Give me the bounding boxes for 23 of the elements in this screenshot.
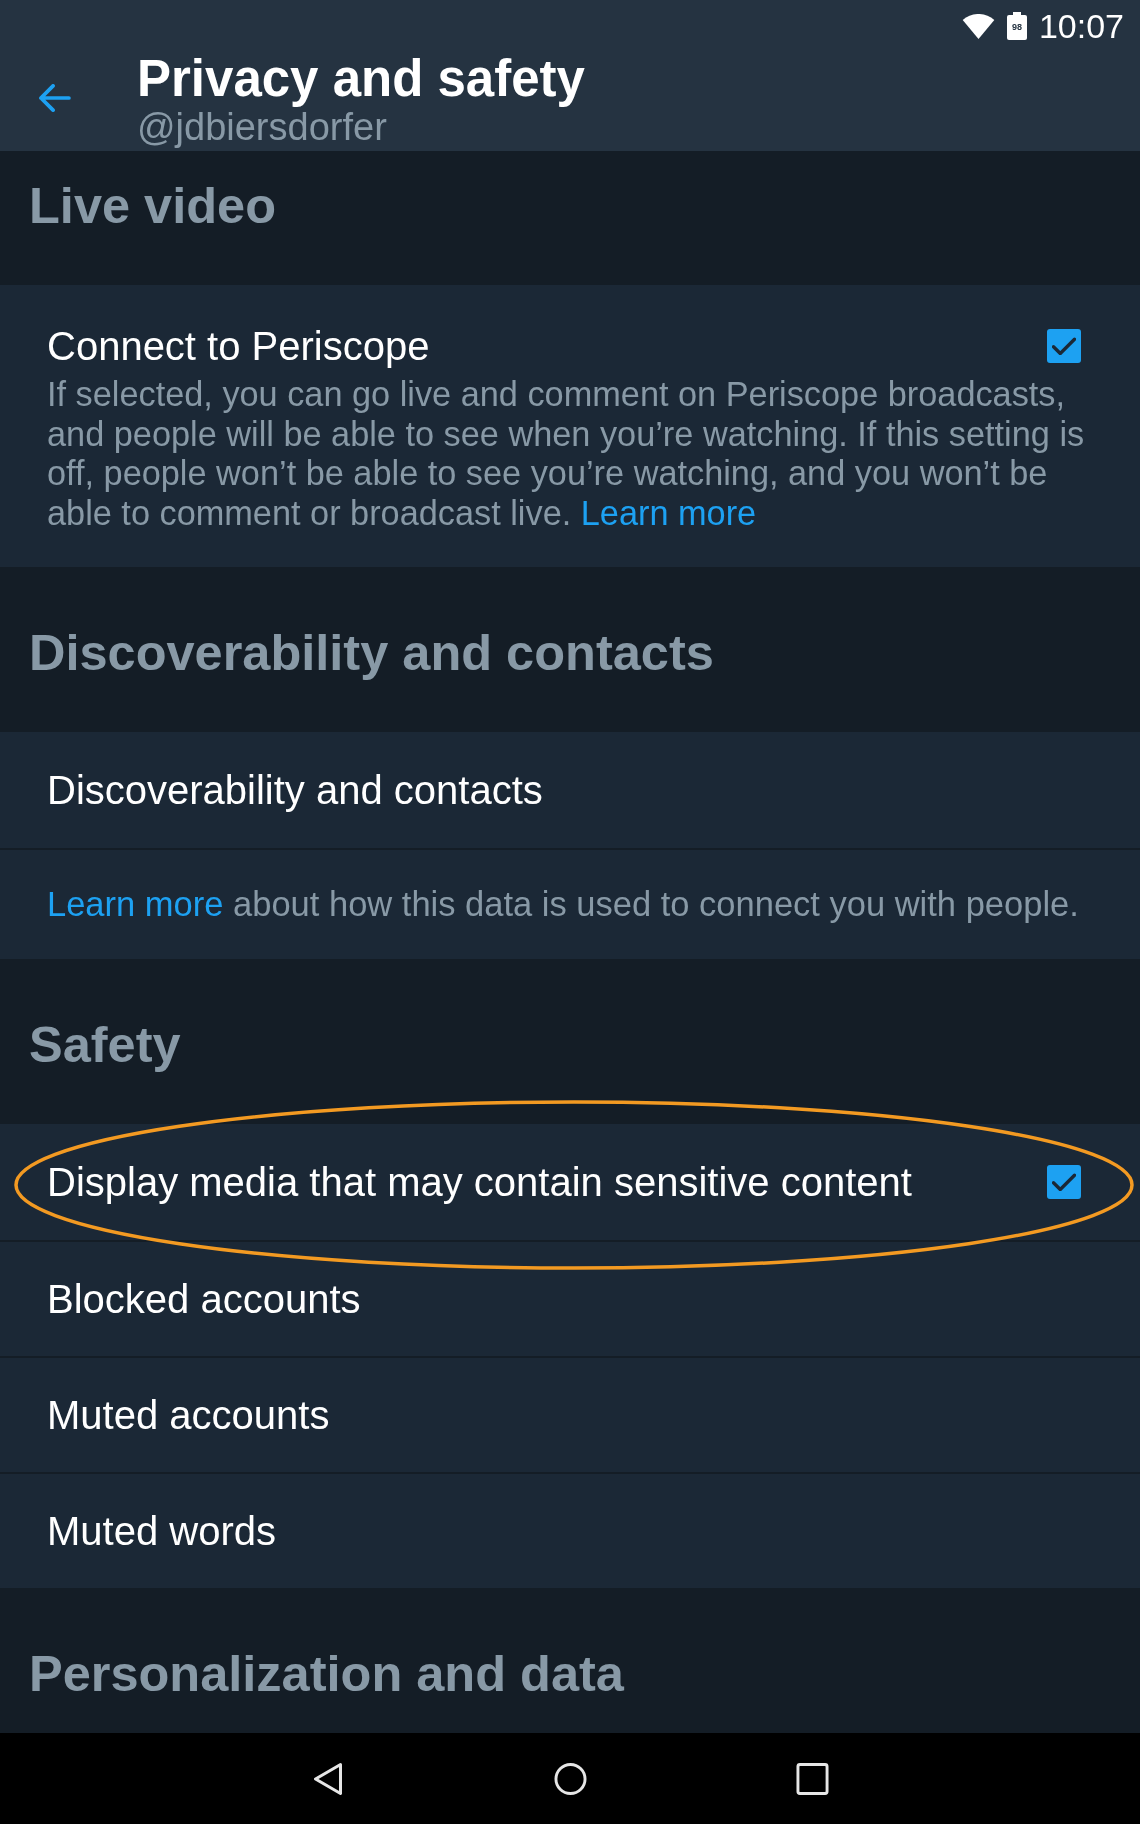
checkmark-icon [1052,1173,1076,1191]
clock-time: 10:07 [1038,6,1124,46]
settings-item[interactable]: Connect to Periscope If selected, you can go live and comment on Periscope broadcasts, and people will be able to see when you’re watching. If this setting is off, people won’t be able to see you’re watching, and you won’t be able to comment or broadcast live. Learn more [0,285,1140,567]
settings-item[interactable]: Muted accounts [0,1356,1140,1472]
back-icon[interactable] [311,1761,345,1796]
checkbox[interactable] [1047,1165,1081,1199]
home-icon[interactable] [553,1761,587,1796]
settings-item[interactable]: Display media that may contain sensitive content [0,1124,1140,1240]
data-usage-note: Learn more about how this data is used to connect you with people. [0,848,1140,959]
checkmark-icon [1052,337,1076,355]
checkbox[interactable] [1047,329,1081,363]
battery-level: 98 [1006,15,1027,40]
settings-item[interactable]: Muted words [0,1472,1140,1588]
setting-description: If selected, you can go live and comment on Periscope broadcasts, and people will be able to see when you’re watching. If this setting is off, people won’t be able to see you’re watching, and you won’t be able to comment or broadcast live. Learn more [47,375,1086,533]
learn-more-link[interactable]: Learn more [47,885,224,924]
wifi-icon [961,13,995,39]
settings-item[interactable]: Discoverability and contacts [0,732,1140,848]
account-handle: @jdbiersdorfer [137,106,388,149]
page-title: Privacy and safety [137,52,585,105]
settings-item[interactable]: Blocked accounts [0,1240,1140,1356]
back-arrow-icon[interactable] [37,84,71,112]
learn-more-link[interactable]: Learn more [580,493,757,532]
overview-icon[interactable] [795,1761,829,1796]
